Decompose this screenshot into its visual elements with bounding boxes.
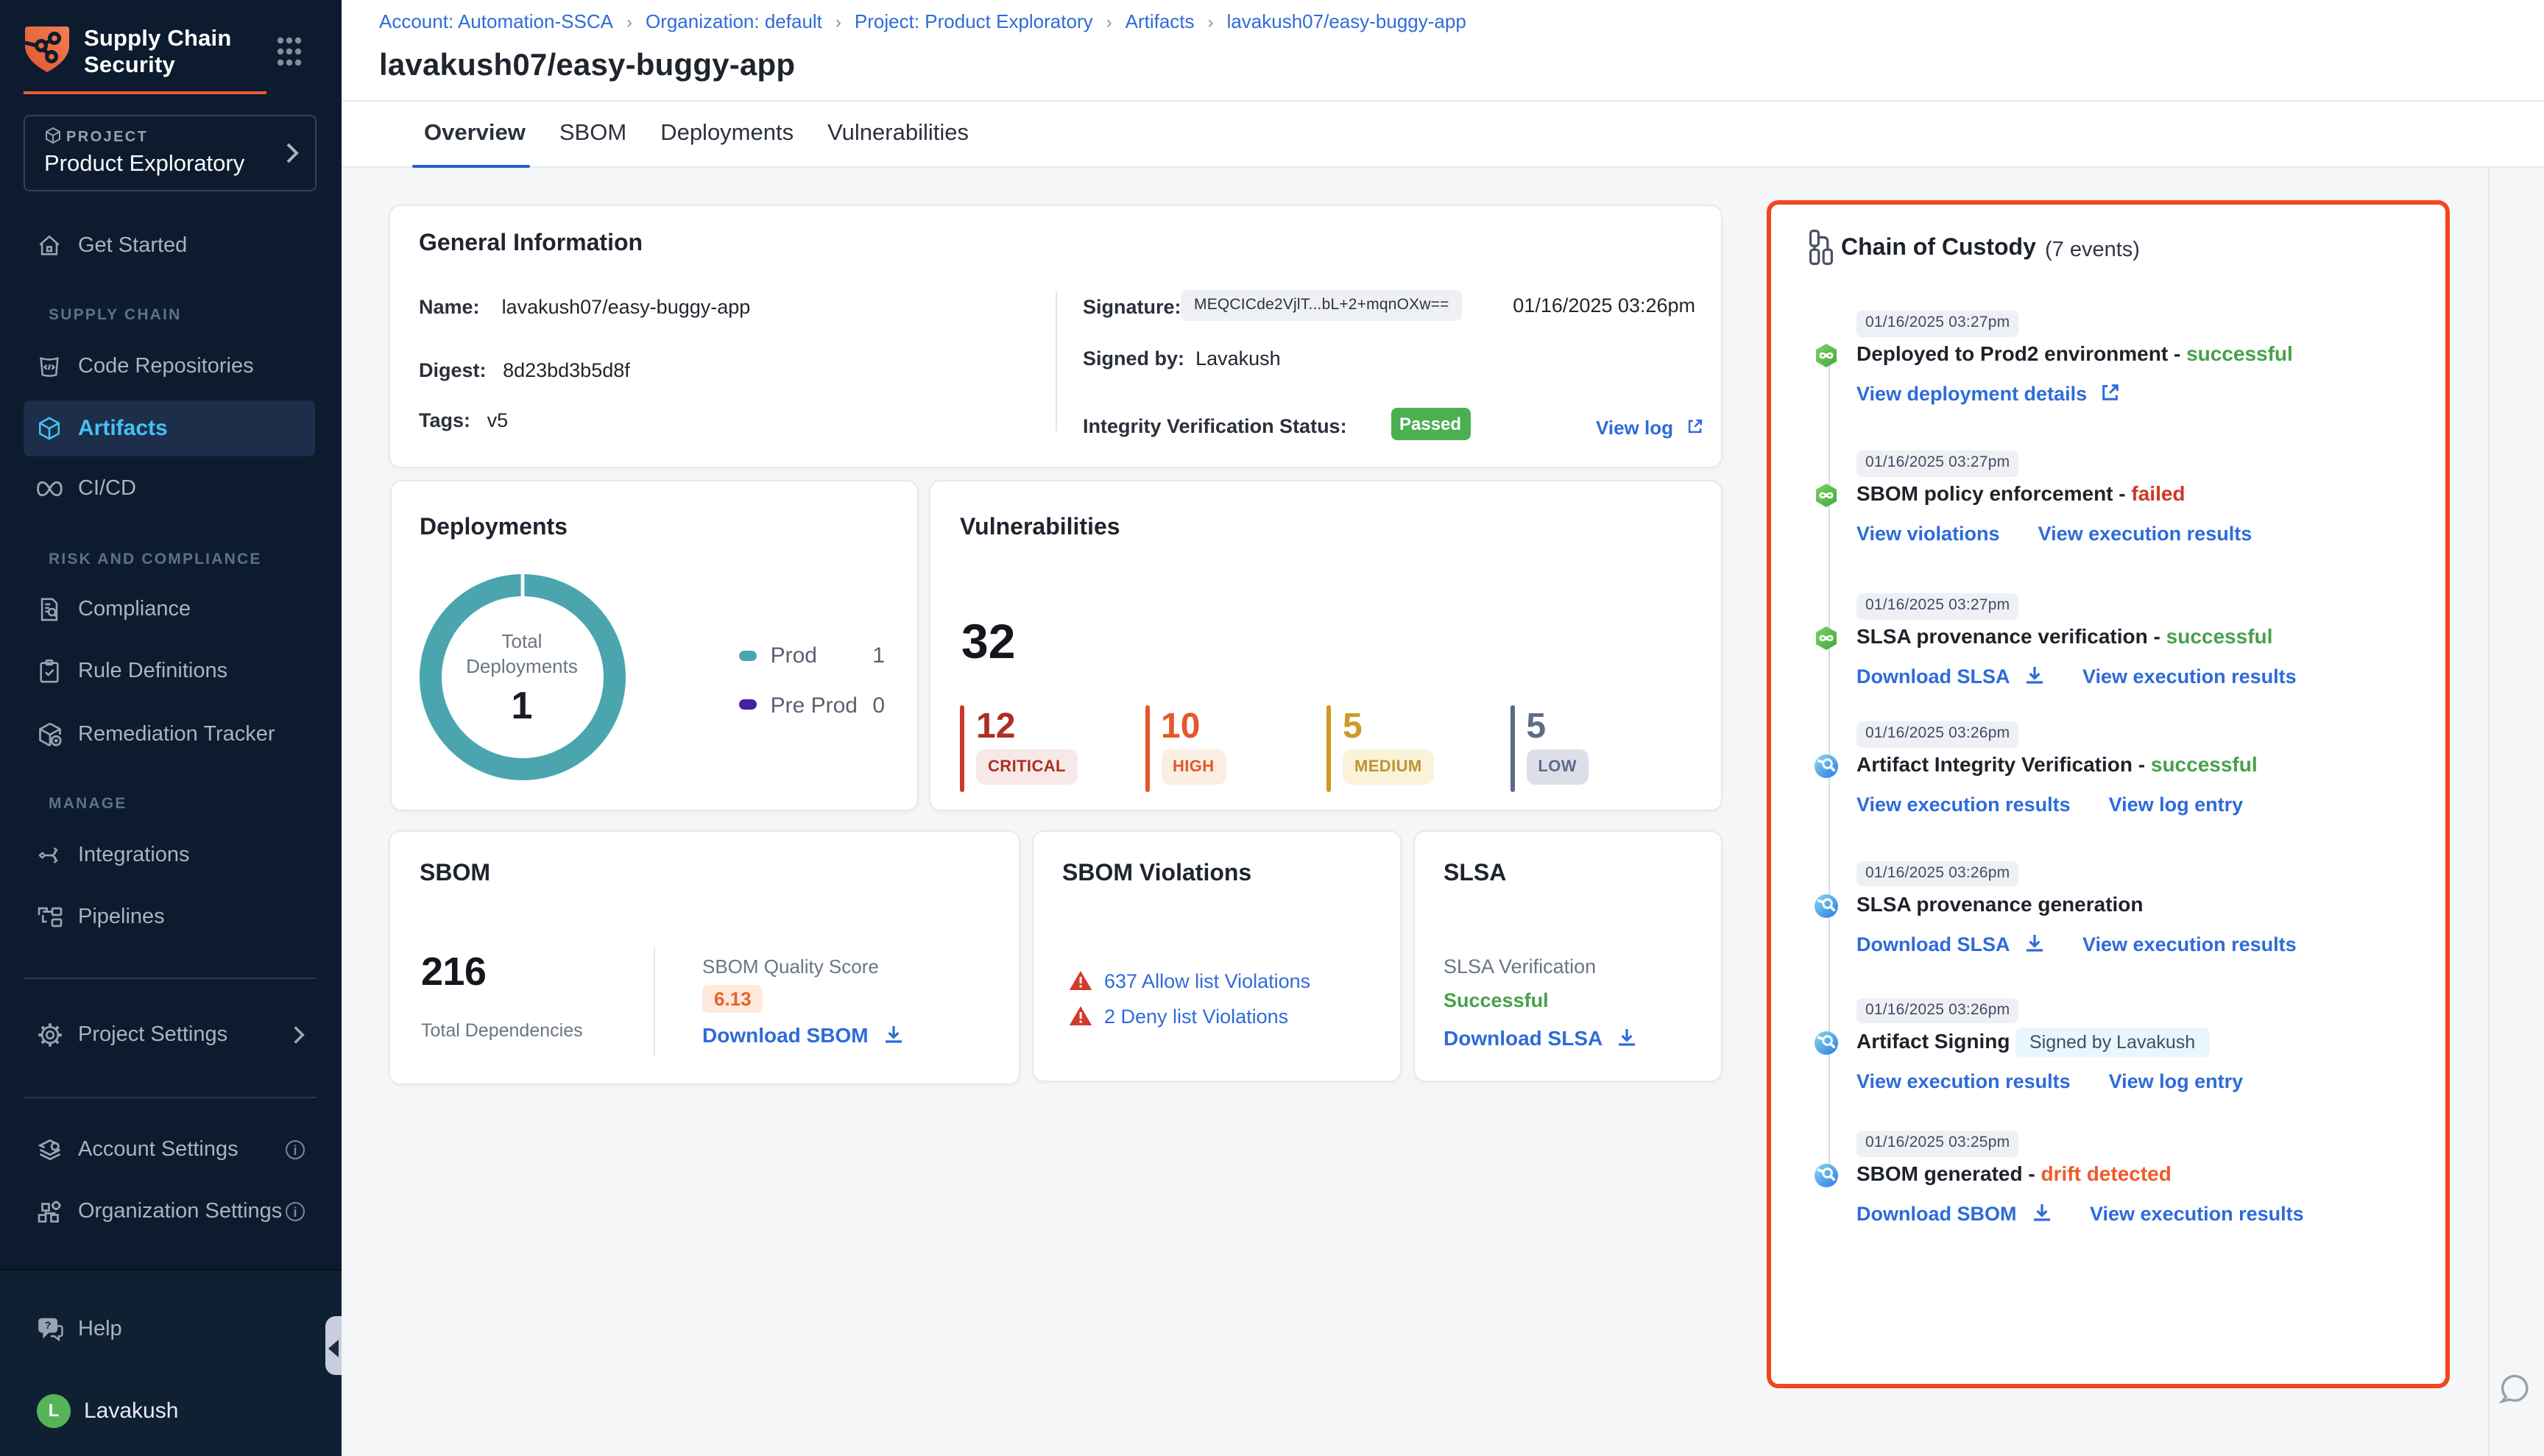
svg-text:?: ? [45, 1319, 52, 1331]
